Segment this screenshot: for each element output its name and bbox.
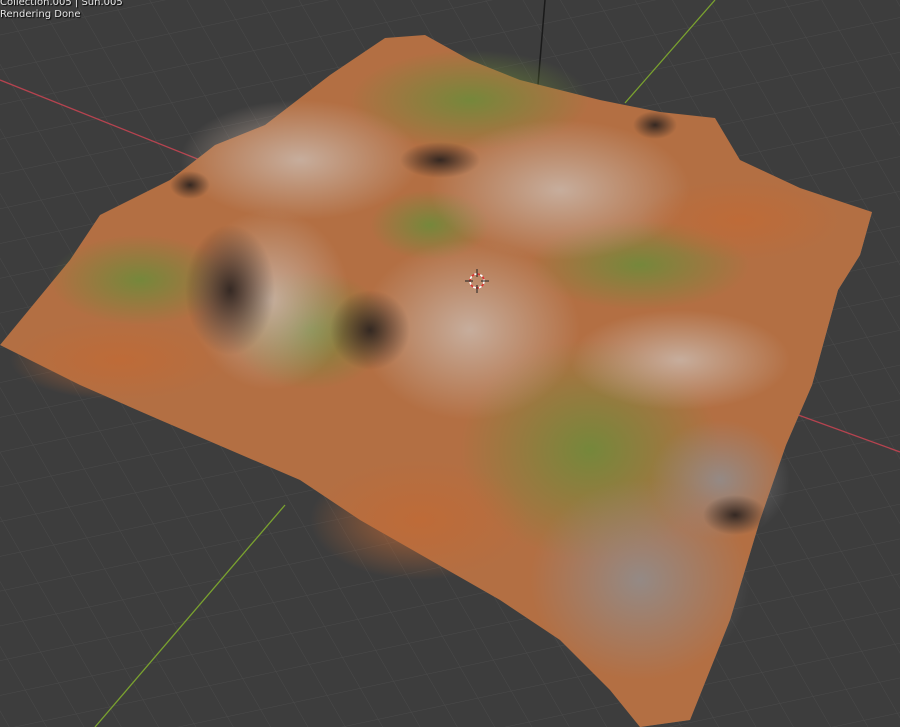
render-status-text: Rendering Done <box>0 9 81 20</box>
viewport-canvas[interactable] <box>0 0 900 727</box>
3d-viewport[interactable]: Collection.005 | Sun.005 Rendering Done <box>0 0 900 727</box>
